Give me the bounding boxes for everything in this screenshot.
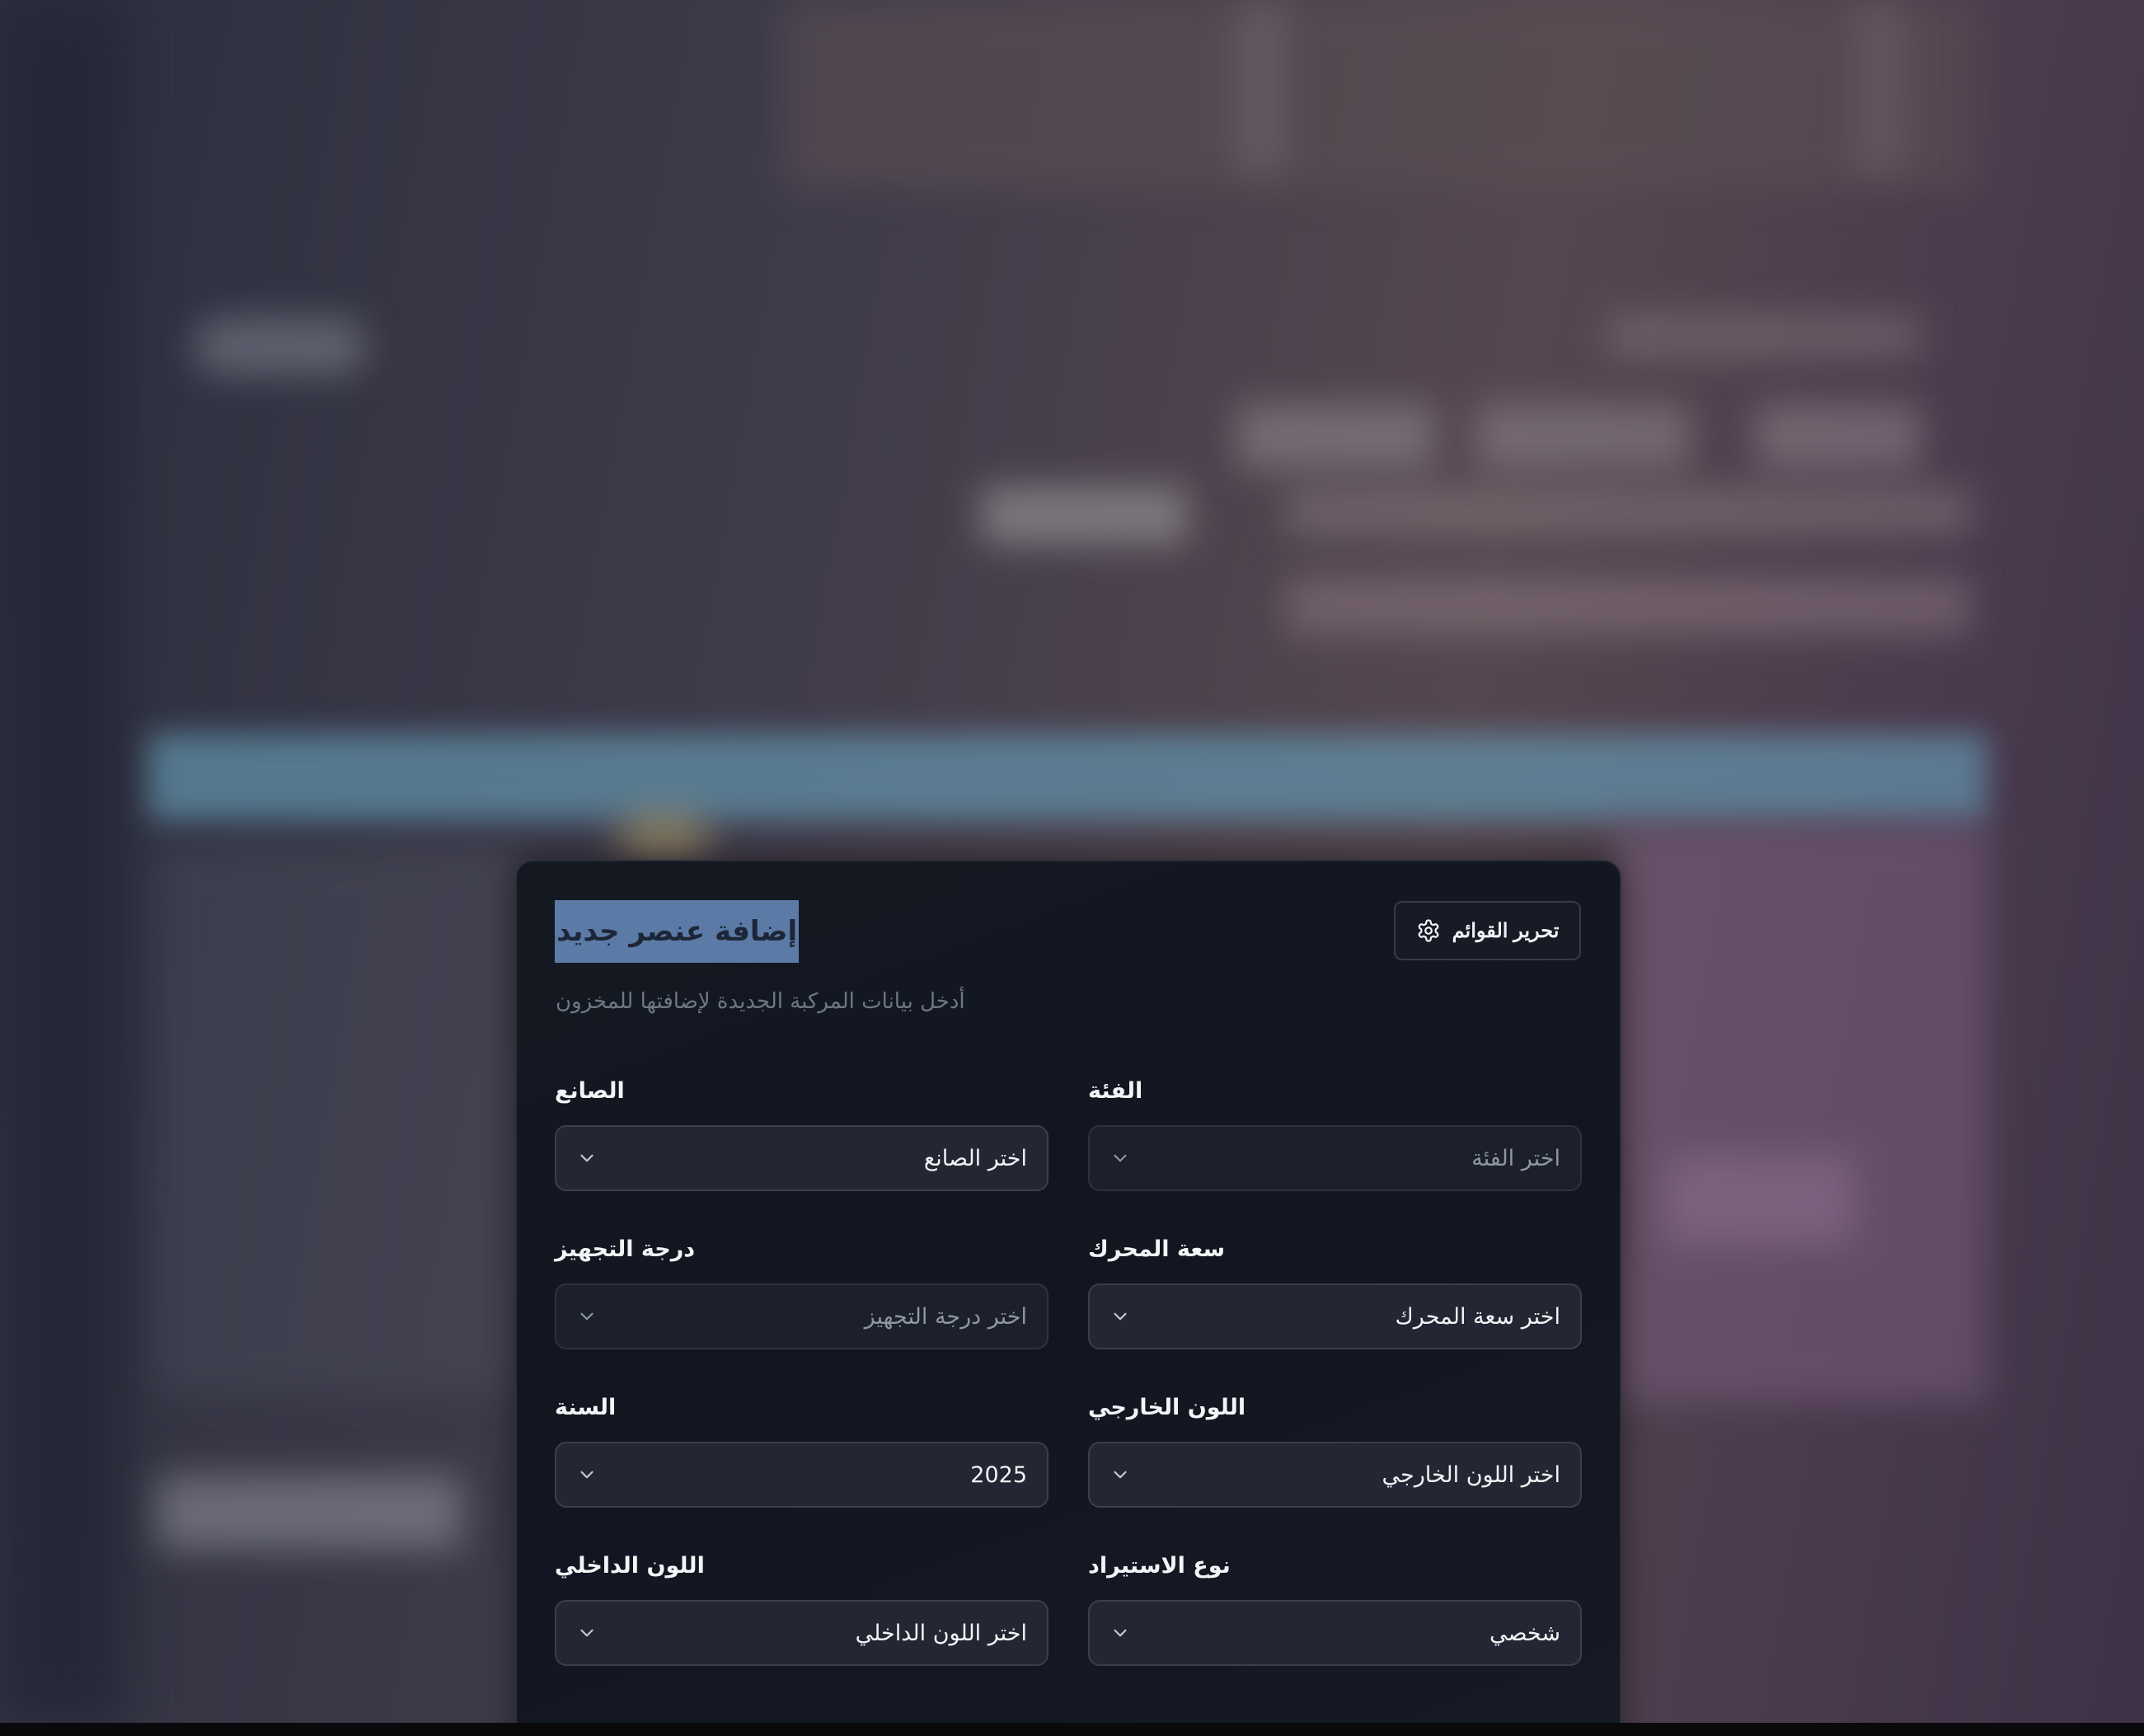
trim-value: اختر درجة التجهيز — [864, 1303, 1027, 1330]
backdrop-pill — [194, 317, 367, 375]
backdrop-table-header — [148, 734, 1987, 820]
engine-value: اختر سعة المحرك — [1395, 1303, 1560, 1330]
dialog-subtitle: أدخل بيانات المركبة الجديدة لإضافتها للم… — [556, 989, 965, 1014]
backdrop-highlight — [614, 812, 713, 861]
import-type-label: نوع الاستيراد — [1088, 1553, 1231, 1579]
next-field-label-clipped — [555, 1717, 629, 1723]
import-type-value: شخصي — [1490, 1620, 1560, 1646]
category-label: الفئة — [1088, 1078, 1143, 1104]
chevron-down-icon — [1114, 1629, 1127, 1637]
manufacturer-label: الصانع — [555, 1078, 625, 1104]
trim-select[interactable]: اختر درجة التجهيز — [555, 1283, 1049, 1349]
next-field-label-clipped — [1088, 1717, 1146, 1723]
backdrop-panel — [1616, 824, 1987, 1401]
category-select[interactable]: اختر الفئة — [1088, 1125, 1582, 1191]
manufacturer-value: اختر الصانع — [923, 1145, 1027, 1171]
gear-icon — [1418, 919, 1438, 942]
chevron-down-icon — [1114, 1154, 1127, 1162]
chevron-down-icon — [580, 1629, 593, 1637]
backdrop-top-panel — [783, 0, 1978, 190]
add-item-dialog: تحرير القوائم إضافة عنصر جديد أدخل بيانا… — [515, 860, 1621, 1723]
exterior-color-select[interactable]: اختر اللون الخارجي — [1088, 1442, 1582, 1508]
backdrop-row — [1286, 577, 1970, 635]
backdrop-sidebar — [0, 0, 124, 1723]
edit-lists-label: تحرير القوائم — [1452, 919, 1560, 942]
backdrop-row — [1665, 1154, 1855, 1245]
exterior-color-value: اختر اللون الخارجي — [1382, 1462, 1560, 1488]
interior-color-label: اللون الداخلي — [555, 1553, 705, 1579]
import-type-select[interactable]: شخصي — [1088, 1600, 1582, 1666]
chevron-down-icon — [580, 1471, 593, 1479]
backdrop-header-text — [1607, 313, 1921, 359]
engine-label: سعة المحرك — [1088, 1236, 1226, 1262]
backdrop-list — [157, 849, 519, 1393]
app-screen: تحرير القوائم إضافة عنصر جديد أدخل بيانا… — [0, 0, 2144, 1723]
interior-color-select[interactable]: اختر اللون الداخلي — [555, 1600, 1049, 1666]
year-label: السنة — [555, 1395, 617, 1420]
trim-label: درجة التجهيز — [555, 1236, 696, 1262]
backdrop-chip — [1475, 404, 1690, 470]
dialog-title: إضافة عنصر جديد — [555, 900, 800, 963]
backdrop-chip — [1236, 404, 1434, 470]
year-select[interactable]: 2025 — [555, 1442, 1049, 1508]
manufacturer-select[interactable]: اختر الصانع — [555, 1125, 1049, 1191]
category-value: اختر الفئة — [1471, 1145, 1560, 1171]
chevron-down-icon — [580, 1312, 593, 1321]
interior-color-value: اختر اللون الداخلي — [855, 1620, 1027, 1646]
chevron-down-icon — [1114, 1312, 1127, 1321]
backdrop-chip — [1756, 404, 1921, 470]
backdrop-chip — [981, 486, 1187, 544]
chevron-down-icon — [1114, 1471, 1127, 1479]
exterior-color-label: اللون الخارجي — [1088, 1395, 1246, 1420]
backdrop-stripe — [1855, 0, 1904, 173]
backdrop-button — [157, 1476, 462, 1550]
taskbar-edge — [0, 1723, 2144, 1736]
chevron-down-icon — [580, 1154, 593, 1162]
edit-lists-button[interactable]: تحرير القوائم — [1394, 901, 1581, 960]
backdrop-row — [1286, 486, 1970, 536]
year-value: 2025 — [970, 1462, 1027, 1488]
backdrop-stripe — [1236, 0, 1286, 173]
engine-select[interactable]: اختر سعة المحرك — [1088, 1283, 1582, 1349]
